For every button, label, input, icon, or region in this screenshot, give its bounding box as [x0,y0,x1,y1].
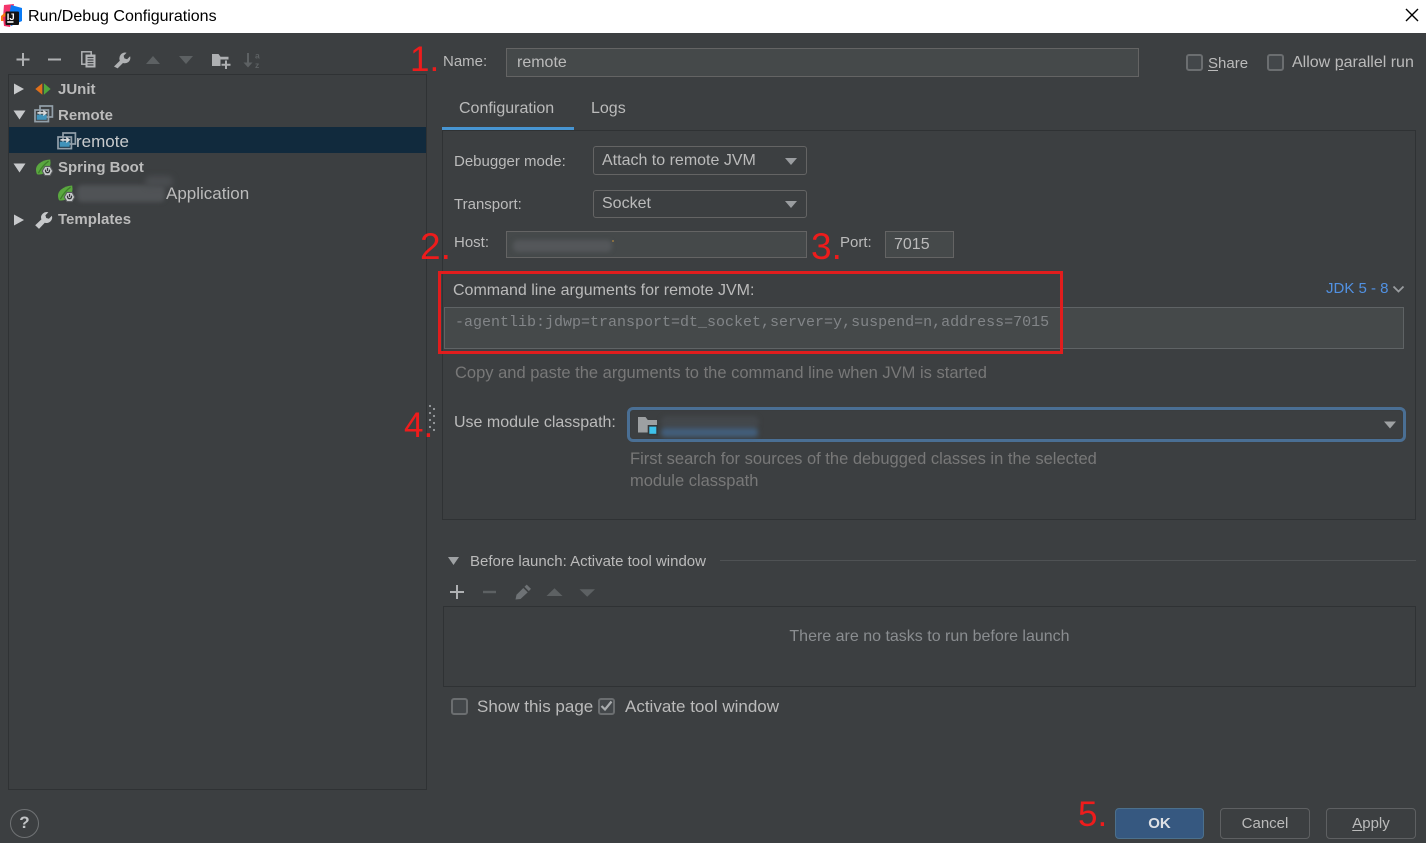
svg-text:z: z [255,60,259,70]
svg-text:a: a [255,51,260,61]
